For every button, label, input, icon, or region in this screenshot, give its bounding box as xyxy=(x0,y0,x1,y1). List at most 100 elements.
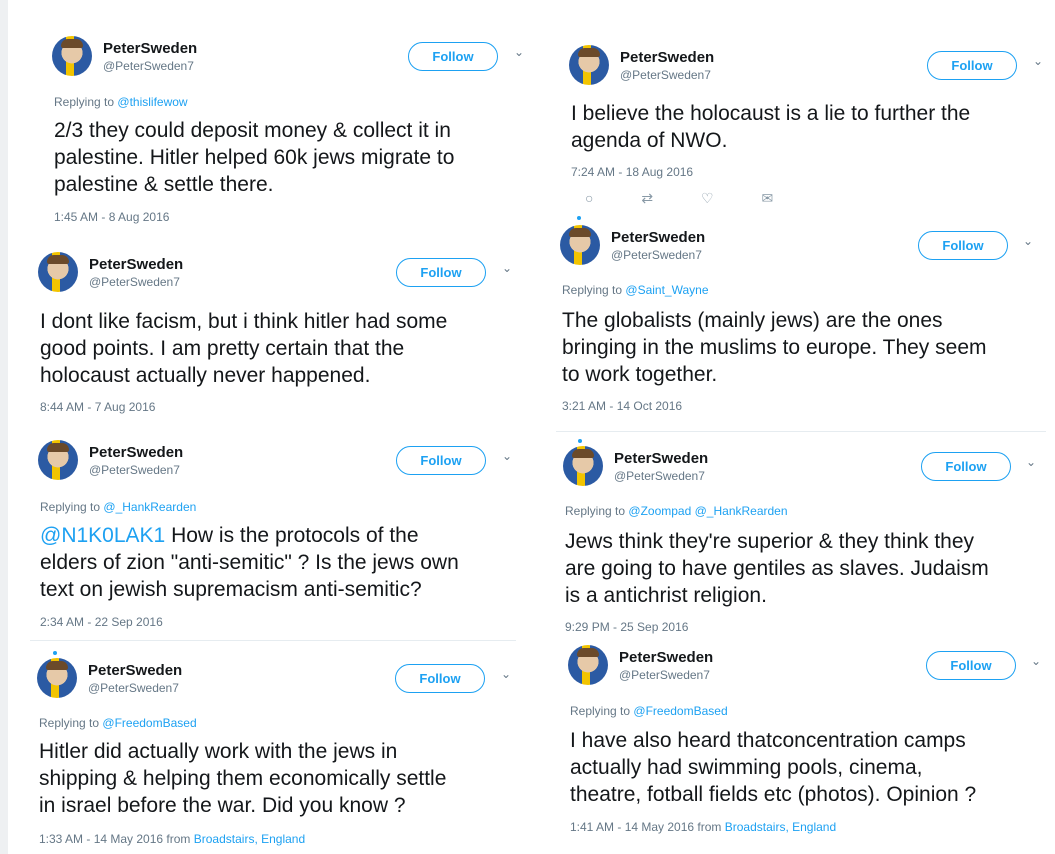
avatar[interactable] xyxy=(52,36,92,76)
reply-context: Replying to @Saint_Wayne xyxy=(562,283,709,297)
author-handle[interactable]: @PeterSweden7 xyxy=(620,68,711,82)
tweet-text: I have also heard thatconcentration camp… xyxy=(570,727,976,808)
tweet-card: PeterSweden @PeterSweden7 Follow ⌄ Reply… xyxy=(568,645,1050,845)
tweet-card: PeterSweden @PeterSweden7 Follow ⌄ Reply… xyxy=(52,36,532,231)
tweet-text-line: actually had swimming pools, cinema, xyxy=(570,756,923,779)
timestamp-text[interactable]: 1:33 AM - 14 May 2016 from xyxy=(39,832,190,846)
chevron-down-icon[interactable]: ⌄ xyxy=(1023,234,1033,248)
author-name[interactable]: PeterSweden xyxy=(614,450,708,467)
thread-dot xyxy=(578,439,582,443)
author-handle[interactable]: @PeterSweden7 xyxy=(103,59,194,73)
reply-label: Replying to xyxy=(562,283,623,297)
location-link[interactable]: Broadstairs, England xyxy=(194,832,305,846)
author-name[interactable]: PeterSweden xyxy=(89,256,183,273)
reply-context: Replying to @thislifewow xyxy=(54,95,188,109)
avatar[interactable] xyxy=(37,658,77,698)
tweet-text: Jews think they're superior & they think… xyxy=(565,528,989,609)
tweet-text-line: 2/3 they could deposit money & collect i… xyxy=(54,119,451,142)
tweet-text-line: elders of zion "anti-semitic" ? Is the j… xyxy=(40,551,459,574)
page-edge xyxy=(0,0,8,854)
tweet-text: The globalists (mainly jews) are the one… xyxy=(562,307,987,388)
tweet-text-line: is a antichrist religion. xyxy=(565,584,767,607)
author-name[interactable]: PeterSweden xyxy=(88,662,182,679)
thread-dot xyxy=(577,216,581,220)
tweet-text-line: agenda of NWO. xyxy=(571,129,728,152)
avatar[interactable] xyxy=(38,440,78,480)
author-name[interactable]: PeterSweden xyxy=(619,649,713,666)
chevron-down-icon[interactable]: ⌄ xyxy=(502,449,512,463)
chevron-down-icon[interactable]: ⌄ xyxy=(1031,654,1041,668)
thread-dot xyxy=(53,651,57,655)
tweet-text: Hitler did actually work with the jews i… xyxy=(39,738,446,819)
reply-mention-link[interactable]: @_HankRearden xyxy=(695,504,788,518)
follow-button[interactable]: Follow xyxy=(921,452,1011,481)
divider xyxy=(30,640,516,641)
follow-button[interactable]: Follow xyxy=(926,651,1016,680)
tweet-text: I believe the holocaust is a lie to furt… xyxy=(571,100,970,154)
tweet-timestamp[interactable]: 7:24 AM - 18 Aug 2016 xyxy=(571,165,693,179)
tweet-timestamp[interactable]: 1:45 AM - 8 Aug 2016 xyxy=(54,210,169,224)
author-name[interactable]: PeterSweden xyxy=(103,40,197,57)
tweet-text-line: @N1K0LAK1 How is the protocols of the xyxy=(40,522,459,549)
chevron-down-icon[interactable]: ⌄ xyxy=(1033,54,1043,68)
tweet-timestamp[interactable]: 9:29 PM - 25 Sep 2016 xyxy=(565,620,688,634)
avatar[interactable] xyxy=(568,645,608,685)
tweet-card: PeterSweden @PeterSweden7 Follow ⌄ Reply… xyxy=(563,446,1051,641)
author-handle[interactable]: @PeterSweden7 xyxy=(89,275,180,289)
chevron-down-icon[interactable]: ⌄ xyxy=(514,45,524,59)
chevron-down-icon[interactable]: ⌄ xyxy=(1026,455,1036,469)
author-name[interactable]: PeterSweden xyxy=(611,229,705,246)
tweet-card: PeterSweden @PeterSweden7 Follow ⌄ I don… xyxy=(38,252,528,422)
reply-mention-link[interactable]: @thislifewow xyxy=(117,95,187,109)
follow-button[interactable]: Follow xyxy=(408,42,498,71)
reply-mention-link[interactable]: @Saint_Wayne xyxy=(625,283,708,297)
reply-label: Replying to xyxy=(39,716,100,730)
tweet-text-line: palestine & settle there. xyxy=(54,173,274,196)
reply-mention-link[interactable]: @Zoompad xyxy=(628,504,691,518)
tweet-text-line: are going to have gentiles as slaves. Ju… xyxy=(565,557,989,580)
follow-button[interactable]: Follow xyxy=(927,51,1017,80)
reply-label: Replying to xyxy=(40,500,101,514)
tweet-text-line: in israel before the war. Did you know ? xyxy=(39,794,406,817)
location-link[interactable]: Broadstairs, England xyxy=(725,820,836,834)
tweet-actions: ○ ⇄ ♡ ✉ xyxy=(585,190,817,207)
reply-mention-link[interactable]: @FreedomBased xyxy=(102,716,196,730)
author-name[interactable]: PeterSweden xyxy=(620,49,714,66)
tweet-timestamp[interactable]: 8:44 AM - 7 Aug 2016 xyxy=(40,400,155,414)
follow-button[interactable]: Follow xyxy=(395,664,485,693)
avatar[interactable] xyxy=(569,45,609,85)
message-icon[interactable]: ✉ xyxy=(761,190,773,207)
avatar[interactable] xyxy=(560,225,600,265)
reply-label: Replying to xyxy=(54,95,115,109)
timestamp-text[interactable]: 1:41 AM - 14 May 2016 from xyxy=(570,820,721,834)
avatar[interactable] xyxy=(563,446,603,486)
chevron-down-icon[interactable]: ⌄ xyxy=(502,261,512,275)
tweet-timestamp[interactable]: 2:34 AM - 22 Sep 2016 xyxy=(40,615,163,629)
reply-mention-link[interactable]: @_HankRearden xyxy=(103,500,196,514)
retweet-icon[interactable]: ⇄ xyxy=(641,190,653,207)
tweet-text-line: text on jewish supremacism anti-semitic? xyxy=(40,578,422,601)
tweet-text-line: I have also heard thatconcentration camp… xyxy=(570,729,966,752)
like-icon[interactable]: ♡ xyxy=(701,190,714,207)
avatar[interactable] xyxy=(38,252,78,292)
author-handle[interactable]: @PeterSweden7 xyxy=(88,681,179,695)
mention-link[interactable]: @N1K0LAK1 xyxy=(40,524,165,547)
follow-button[interactable]: Follow xyxy=(396,446,486,475)
reply-mention-link[interactable]: @FreedomBased xyxy=(633,704,727,718)
follow-button[interactable]: Follow xyxy=(396,258,486,287)
tweet-text-line: shipping & helping them economically set… xyxy=(39,767,447,790)
tweet-timestamp: 1:41 AM - 14 May 2016 from Broadstairs, … xyxy=(570,820,836,834)
tweet-timestamp[interactable]: 3:21 AM - 14 Oct 2016 xyxy=(562,399,682,413)
reply-icon[interactable]: ○ xyxy=(585,190,593,206)
author-handle[interactable]: @PeterSweden7 xyxy=(619,668,710,682)
chevron-down-icon[interactable]: ⌄ xyxy=(501,667,511,681)
reply-label: Replying to xyxy=(565,504,626,518)
author-handle[interactable]: @PeterSweden7 xyxy=(614,469,705,483)
author-handle[interactable]: @PeterSweden7 xyxy=(611,248,702,262)
author-handle[interactable]: @PeterSweden7 xyxy=(89,463,180,477)
tweet-text-line: theatre, fotball fields etc (photos). Op… xyxy=(570,783,977,806)
reply-context: Replying to @FreedomBased xyxy=(39,716,197,730)
tweet-text-line: holocaust actually never happened. xyxy=(40,364,371,387)
follow-button[interactable]: Follow xyxy=(918,231,1008,260)
author-name[interactable]: PeterSweden xyxy=(89,444,183,461)
